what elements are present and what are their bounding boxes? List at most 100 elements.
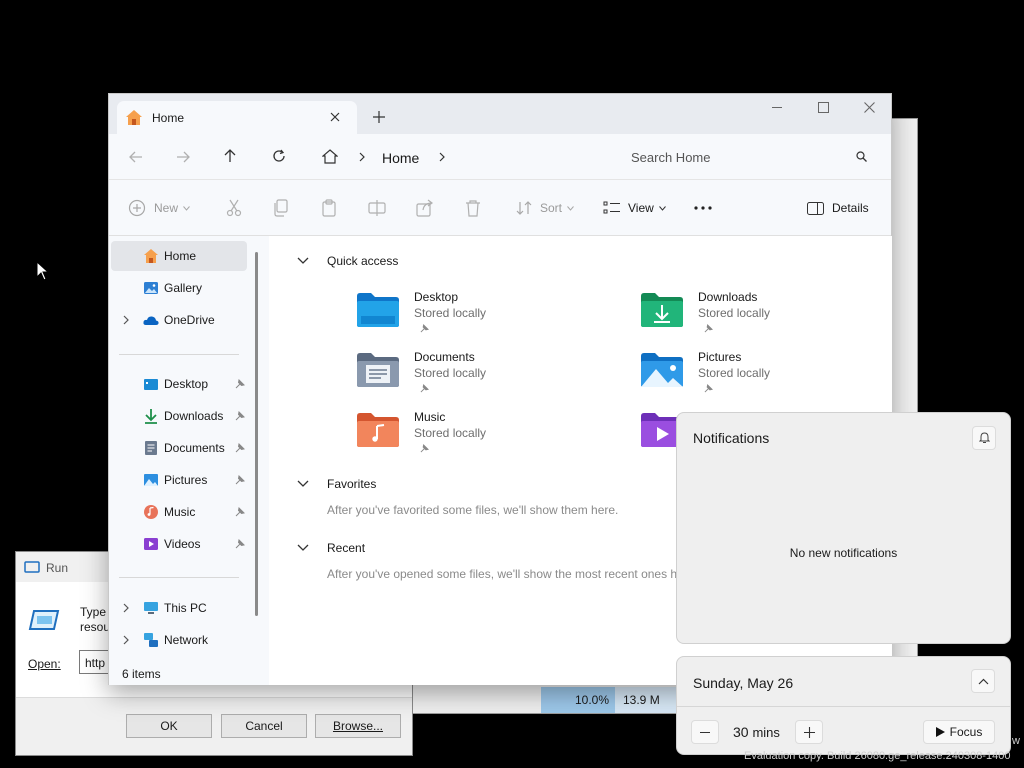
expand-chevron-icon[interactable] bbox=[121, 315, 131, 325]
sidebar-item-pictures[interactable]: Pictures bbox=[111, 465, 247, 495]
pin-icon[interactable] bbox=[235, 411, 245, 421]
new-button[interactable]: New bbox=[128, 198, 190, 218]
pin-icon bbox=[420, 444, 429, 453]
tab-home[interactable]: Home bbox=[117, 101, 357, 134]
expand-chevron-icon[interactable] bbox=[121, 603, 131, 613]
up-icon[interactable] bbox=[224, 149, 236, 163]
pin-icon bbox=[704, 384, 713, 393]
section-title: Recent bbox=[327, 541, 366, 555]
close-tab-icon[interactable] bbox=[330, 112, 340, 122]
pin-icon[interactable] bbox=[235, 379, 245, 389]
cancel-button[interactable]: Cancel bbox=[221, 714, 307, 738]
increase-focus-button[interactable] bbox=[795, 720, 823, 744]
quick-access-item[interactable]: Desktop Stored locally bbox=[356, 288, 606, 344]
sidebar-item-documents[interactable]: Documents bbox=[111, 433, 247, 463]
maximize-icon[interactable] bbox=[818, 102, 829, 113]
sidebar-item-music[interactable]: Music bbox=[111, 497, 247, 527]
section-title: Quick access bbox=[327, 254, 399, 268]
sort-dropdown-icon bbox=[567, 205, 574, 211]
view-label: View bbox=[628, 201, 654, 215]
sidebar-item-videos[interactable]: Videos bbox=[111, 529, 247, 559]
address-row: Home Search Home bbox=[109, 134, 891, 180]
run-description-1: Type bbox=[80, 605, 107, 619]
browse-button[interactable]: Browse... bbox=[315, 714, 401, 738]
details-button[interactable]: Details bbox=[807, 198, 869, 218]
new-label: New bbox=[154, 201, 179, 215]
delete-icon[interactable] bbox=[465, 199, 481, 217]
sort-button[interactable]: Sort bbox=[516, 198, 574, 218]
quick-access-item[interactable]: Downloads Stored locally bbox=[640, 288, 890, 344]
collapse-chevron-icon bbox=[297, 480, 309, 487]
minus-icon bbox=[700, 732, 710, 733]
focus-minutes: 30 mins bbox=[733, 724, 780, 740]
view-button[interactable]: View bbox=[603, 198, 666, 218]
notifications-title: Notifications bbox=[693, 430, 770, 446]
expand-chevron-icon[interactable] bbox=[121, 635, 131, 645]
sidebar-item-label: Downloads bbox=[164, 409, 224, 423]
details-pane-icon bbox=[807, 201, 824, 215]
copy-icon[interactable] bbox=[273, 199, 289, 217]
pin-icon[interactable] bbox=[235, 475, 245, 485]
new-tab-icon[interactable] bbox=[373, 111, 385, 123]
item-name: Music bbox=[414, 410, 446, 424]
home-icon bbox=[126, 110, 142, 125]
do-not-disturb-button[interactable] bbox=[972, 426, 996, 450]
ok-button[interactable]: OK bbox=[126, 714, 212, 738]
run-description-2: resou bbox=[80, 620, 111, 634]
rename-icon[interactable] bbox=[368, 199, 386, 217]
open-label: Open: bbox=[28, 657, 61, 671]
breadcrumb-current[interactable]: Home bbox=[382, 150, 419, 166]
cut-icon[interactable] bbox=[226, 199, 242, 217]
address-bar[interactable]: Home bbox=[309, 139, 609, 173]
sidebar-item-downloads[interactable]: Downloads bbox=[111, 401, 247, 431]
quick-access-item[interactable]: Pictures Stored locally bbox=[640, 348, 890, 404]
back-icon[interactable] bbox=[129, 151, 143, 163]
sidebar-item-this-pc[interactable]: This PC bbox=[111, 593, 247, 623]
refresh-icon[interactable] bbox=[272, 149, 286, 163]
details-label: Details bbox=[832, 201, 869, 215]
item-name: Pictures bbox=[698, 350, 742, 364]
sidebar-item-network[interactable]: Network bbox=[111, 625, 247, 655]
notifications-panel: Notifications No new notifications bbox=[676, 412, 1011, 644]
sort-label: Sort bbox=[540, 201, 563, 215]
music-folder-icon bbox=[357, 413, 399, 447]
forward-icon[interactable] bbox=[176, 151, 190, 163]
quick-access-item[interactable]: Music Stored locally bbox=[356, 408, 606, 464]
quick-access-item[interactable] bbox=[640, 408, 683, 464]
sidebar-item-home[interactable]: Home bbox=[111, 241, 247, 271]
cpu-cell: 10.0% bbox=[541, 687, 615, 713]
paste-icon[interactable] bbox=[321, 199, 337, 217]
run-title-icon bbox=[24, 561, 40, 573]
decrease-focus-button[interactable] bbox=[691, 720, 719, 744]
minimize-icon[interactable] bbox=[772, 107, 782, 109]
new-dropdown-icon bbox=[183, 205, 190, 211]
sidebar-item-gallery[interactable]: Gallery bbox=[111, 273, 247, 303]
favorites-empty-hint: After you've favorited some files, we'll… bbox=[327, 503, 619, 517]
search-input[interactable]: Search Home bbox=[631, 150, 710, 165]
breadcrumb-expand-icon[interactable] bbox=[439, 152, 445, 162]
sidebar-item-label: Gallery bbox=[164, 281, 203, 295]
sidebar-item-desktop[interactable]: Desktop bbox=[111, 369, 247, 399]
pictures-icon bbox=[144, 474, 158, 486]
close-window-icon[interactable] bbox=[864, 102, 875, 113]
share-icon[interactable] bbox=[416, 199, 434, 217]
network-icon bbox=[144, 633, 158, 647]
onedrive-cloud-icon bbox=[143, 316, 159, 325]
quick-access-item[interactable]: Documents Stored locally bbox=[356, 348, 606, 404]
pin-icon[interactable] bbox=[235, 539, 245, 549]
computer-icon bbox=[144, 602, 158, 614]
plus-icon bbox=[804, 727, 815, 738]
sidebar-item-onedrive[interactable]: OneDrive bbox=[111, 305, 247, 335]
pin-icon[interactable] bbox=[235, 443, 245, 453]
nav-scrollbar[interactable] bbox=[255, 252, 258, 616]
focus-button[interactable]: Focus bbox=[923, 720, 995, 744]
more-options-icon[interactable] bbox=[694, 206, 712, 210]
item-status: Stored locally bbox=[414, 306, 487, 320]
section-title: Favorites bbox=[327, 477, 377, 491]
pin-icon bbox=[704, 324, 713, 333]
item-status: Stored locally bbox=[414, 366, 487, 380]
collapse-calendar-button[interactable] bbox=[971, 669, 995, 693]
sidebar-item-label: This PC bbox=[164, 601, 207, 615]
pin-icon[interactable] bbox=[235, 507, 245, 517]
search-box[interactable]: Search Home bbox=[619, 139, 882, 173]
